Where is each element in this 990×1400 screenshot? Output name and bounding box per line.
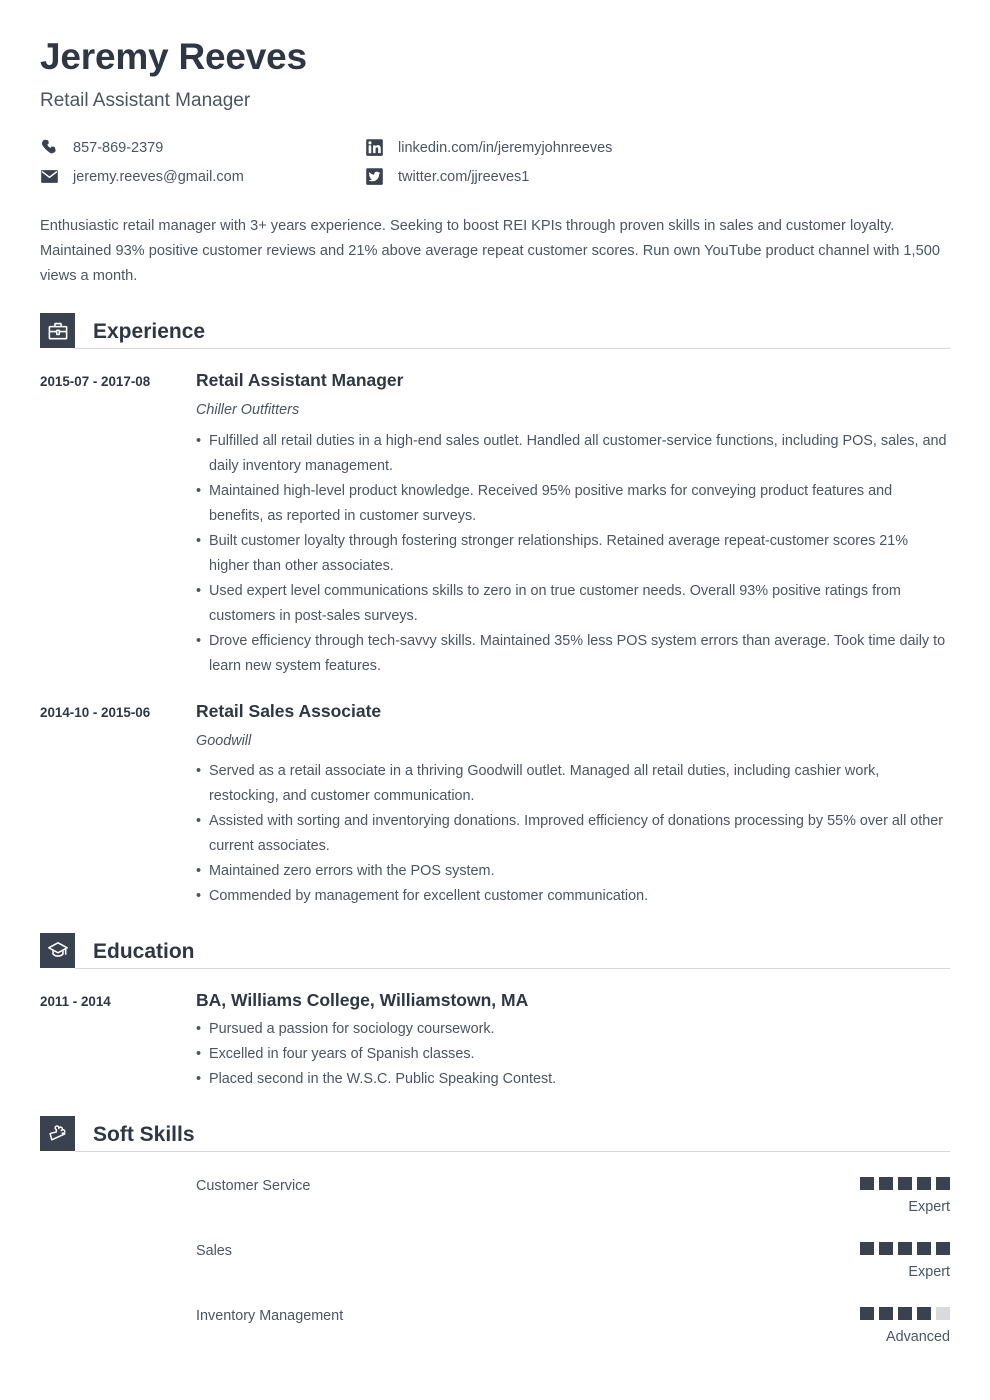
entry-dates: 2014-10 - 2015-06 <box>40 704 151 720</box>
graduation-cap-icon <box>40 932 75 968</box>
skill-row: Inventory Management Advanced <box>40 1307 950 1346</box>
skill-rating-dots <box>860 1242 950 1256</box>
bullet-item: Maintained zero errors with the POS syst… <box>196 859 950 884</box>
puzzle-piece-icon <box>40 1115 75 1151</box>
email-icon <box>40 167 59 186</box>
section-divider <box>75 348 950 350</box>
soft-skills-section-title: Soft Skills <box>93 1122 195 1146</box>
rating-dot <box>917 1307 931 1321</box>
experience-section-header: Experience <box>40 313 950 350</box>
candidate-name: Jeremy Reeves <box>40 36 307 77</box>
entry-degree: BA, Williams College, Williamstown, MA <box>196 989 529 1010</box>
skill-level-label: Advanced <box>885 1329 950 1346</box>
entry-bullet-list: Fulfilled all retail duties in a high-en… <box>196 429 950 679</box>
entry-dates: 2015-07 - 2017-08 <box>40 374 151 390</box>
rating-dot <box>879 1307 893 1321</box>
entry-role: Retail Assistant Manager <box>196 370 404 391</box>
bullet-item: Served as a retail associate in a thrivi… <box>196 759 950 809</box>
skill-name: Sales <box>196 1243 232 1260</box>
rating-dot <box>898 1242 912 1256</box>
linkedin-icon <box>365 138 384 157</box>
entry-body: BA, Williams College, Williamstown, MA P… <box>196 990 950 1092</box>
rating-dot <box>860 1242 874 1256</box>
bullet-item: Commended by management for excellent cu… <box>196 884 950 909</box>
rating-dot <box>879 1176 893 1190</box>
skill-row: Sales Expert <box>40 1242 950 1281</box>
rating-dot <box>860 1307 874 1321</box>
skill-level-label: Expert <box>908 1198 950 1215</box>
bullet-item: Maintained high-level product knowledge.… <box>196 479 950 529</box>
experience-section-title: Experience <box>93 320 206 344</box>
skill-row: Customer Service Expert <box>40 1176 950 1216</box>
skill-rating-dots <box>860 1176 950 1190</box>
rating-dot <box>879 1242 893 1256</box>
section-experience: Experience 2015-07 - 2017-08 Retail Assi… <box>40 313 950 909</box>
bullet-item: Assisted with sorting and inventorying d… <box>196 809 950 859</box>
rating-dot <box>917 1176 931 1190</box>
resume-header: Jeremy Reeves Retail Assistant Manager <box>40 0 950 112</box>
skill-meter: Advanced <box>860 1307 950 1346</box>
section-divider <box>75 967 950 969</box>
contact-linkedin[interactable]: linkedin.com/in/jeremyjohnreeves <box>365 138 950 157</box>
entry-body: Retail Assistant Manager Chiller Outfitt… <box>196 370 950 678</box>
section-education: Education 2011 - 2014 BA, Williams Colle… <box>40 932 950 1092</box>
skill-meter: Expert <box>860 1176 950 1216</box>
rating-dot <box>898 1307 912 1321</box>
rating-dot <box>860 1176 874 1190</box>
experience-entry: 2014-10 - 2015-06 Retail Sales Associate… <box>40 701 950 909</box>
entry-role: Retail Sales Associate <box>196 700 382 721</box>
section-divider <box>75 1150 950 1152</box>
contact-email[interactable]: jeremy.reeves@gmail.com <box>40 167 365 186</box>
bullet-item: Pursued a passion for sociology coursewo… <box>196 1017 950 1042</box>
rating-dot <box>898 1176 912 1190</box>
entry-bullet-list: Served as a retail associate in a thrivi… <box>196 759 950 909</box>
bullet-item: Excelled in four years of Spanish classe… <box>196 1042 950 1067</box>
experience-entry: 2015-07 - 2017-08 Retail Assistant Manag… <box>40 370 950 678</box>
skill-rating-dots <box>860 1307 950 1321</box>
entry-organization: Chiller Outfitters <box>196 402 300 419</box>
bullet-item: Used expert level communications skills … <box>196 579 950 629</box>
rating-dot <box>936 1176 950 1190</box>
rating-dot <box>917 1242 931 1256</box>
twitter-icon <box>365 167 384 186</box>
contact-twitter[interactable]: twitter.com/jjreeves1 <box>365 167 950 186</box>
education-section-title: Education <box>93 939 195 963</box>
resume-page: Jeremy Reeves Retail Assistant Manager 8… <box>0 0 990 1400</box>
contact-linkedin-text: linkedin.com/in/jeremyjohnreeves <box>398 139 613 156</box>
bullet-item: Drove efficiency through tech-savvy skil… <box>196 629 950 679</box>
entry-organization: Goodwill <box>196 732 252 749</box>
skill-level-label: Expert <box>908 1264 950 1281</box>
education-entry: 2011 - 2014 BA, Williams College, Willia… <box>40 990 950 1092</box>
candidate-job-title: Retail Assistant Manager <box>40 89 251 111</box>
skill-name: Inventory Management <box>196 1308 344 1325</box>
soft-skills-section-header: Soft Skills <box>40 1115 950 1152</box>
contact-phone-text: 857-869-2379 <box>73 139 164 156</box>
skill-name: Customer Service <box>196 1177 311 1194</box>
professional-summary: Enthusiastic retail manager with 3+ year… <box>40 218 940 285</box>
entry-bullet-list: Pursued a passion for sociology coursewo… <box>196 1017 950 1092</box>
rating-dot-empty <box>936 1307 950 1321</box>
bullet-item: Built customer loyalty through fostering… <box>196 529 950 579</box>
education-section-header: Education <box>40 932 950 969</box>
entry-dates: 2011 - 2014 <box>40 993 111 1009</box>
skill-meter: Expert <box>860 1242 950 1281</box>
contact-twitter-text: twitter.com/jjreeves1 <box>398 168 530 185</box>
contact-phone[interactable]: 857-869-2379 <box>40 138 365 157</box>
section-soft-skills: Soft Skills Customer Service Expert Sale <box>40 1115 950 1347</box>
contact-list: 857-869-2379 linkedin.com/in/jeremyjohnr… <box>40 138 950 186</box>
entry-body: Retail Sales Associate Goodwill Served a… <box>196 701 950 909</box>
briefcase-icon <box>40 313 75 349</box>
bullet-item: Fulfilled all retail duties in a high-en… <box>196 429 950 479</box>
rating-dot <box>936 1242 950 1256</box>
phone-icon <box>40 138 59 157</box>
bullet-item: Placed second in the W.S.C. Public Speak… <box>196 1067 950 1092</box>
contact-email-text: jeremy.reeves@gmail.com <box>73 168 244 185</box>
